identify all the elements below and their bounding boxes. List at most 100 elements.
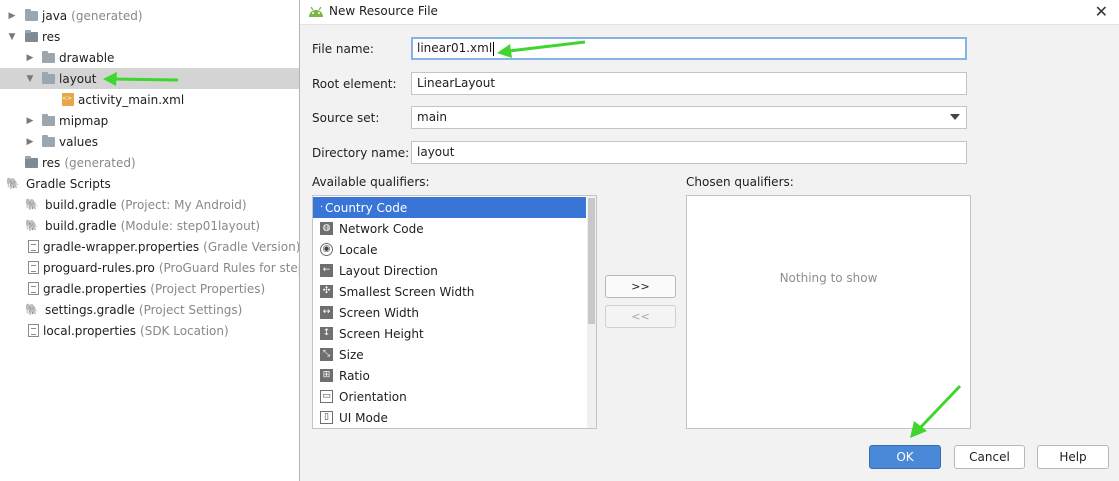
directory-name-value: layout: [417, 145, 455, 159]
tree-item-res[interactable]: ▼ res: [0, 26, 300, 47]
remove-qualifier-button[interactable]: <<: [605, 305, 676, 328]
res-folder-icon: [25, 29, 38, 42]
qualifier-country-code[interactable]: · Country Code: [313, 197, 586, 218]
qualifier-label: UI Mode: [339, 410, 388, 425]
close-icon[interactable]: ✕: [1095, 2, 1108, 21]
ok-button[interactable]: OK: [869, 445, 941, 469]
properties-file-icon: [28, 240, 39, 253]
properties-file-icon: [28, 282, 39, 295]
tree-item-label: build.gradle: [45, 218, 117, 233]
tree-item-local-properties[interactable]: local.properties (SDK Location): [0, 320, 300, 341]
qualifiers-scrollbar[interactable]: [587, 196, 596, 428]
tree-item-mipmap[interactable]: ▶ mipmap: [0, 110, 300, 131]
annotation-arrow-icon: [910, 384, 962, 438]
new-resource-file-dialog: New Resource File ✕ File name: linear01.…: [299, 0, 1119, 481]
expand-arrow-icon[interactable]: ▶: [24, 53, 36, 63]
expand-arrow-icon[interactable]: ▶: [6, 11, 18, 21]
tree-item-label: gradle-wrapper.properties: [43, 239, 200, 254]
tree-item-settings-gradle[interactable]: 🐘 settings.gradle (Project Settings): [0, 299, 300, 320]
folder-icon: [42, 71, 55, 84]
dropdown-arrow-icon[interactable]: [950, 114, 960, 120]
tree-item-label: proguard-rules.pro: [43, 260, 155, 275]
tree-item-suffix: (Project: My Android): [120, 197, 247, 212]
qualifier-label: Orientation: [339, 389, 407, 404]
root-element-label: Root element:: [312, 77, 397, 91]
scrollbar-thumb[interactable]: [588, 198, 595, 324]
tree-item-label: gradle.properties: [43, 281, 147, 296]
qualifier-label: Screen Width: [339, 305, 419, 320]
collapse-arrow-icon[interactable]: ▼: [6, 32, 18, 42]
gradle-icon: 🐘: [25, 219, 39, 232]
qualifier-screen-width[interactable]: ↔ Screen Width: [313, 302, 586, 323]
tree-item-suffix: (Module: step01layout): [120, 218, 261, 233]
add-qualifier-button[interactable]: >>: [605, 275, 676, 298]
qualifier-label: Network Code: [339, 221, 424, 236]
tree-item-label: build.gradle: [45, 197, 117, 212]
annotation-arrow-icon: [103, 72, 179, 86]
qualifier-smallest-screen-width[interactable]: ✣ Smallest Screen Width: [313, 281, 586, 302]
expand-arrow-icon[interactable]: ▶: [24, 137, 36, 147]
tree-item-values[interactable]: ▶ values: [0, 131, 300, 152]
available-qualifiers-list[interactable]: · Country Code ◍ Network Code ◉ Locale ←…: [312, 195, 597, 429]
qualifier-ratio[interactable]: ⊞ Ratio: [313, 365, 586, 386]
qualifier-locale[interactable]: ◉ Locale: [313, 239, 586, 260]
qualifier-layout-direction[interactable]: ← Layout Direction: [313, 260, 586, 281]
ratio-icon: ⊞: [320, 369, 333, 382]
orientation-icon: ▭: [320, 390, 333, 403]
tree-item-gradle-wrapper-properties[interactable]: gradle-wrapper.properties (Gradle Versio…: [0, 236, 300, 257]
qualifier-label: Locale: [339, 242, 378, 257]
tree-item-activity-main-xml[interactable]: activity_main.xml: [0, 89, 300, 110]
tree-item-build-gradle-module[interactable]: 🐘 build.gradle (Module: step01layout): [0, 215, 300, 236]
qualifier-size[interactable]: ⤡ Size: [313, 344, 586, 365]
tree-item-label: mipmap: [59, 113, 109, 128]
tree-item-label: drawable: [59, 50, 115, 65]
tree-item-gradle-properties[interactable]: gradle.properties (Project Properties): [0, 278, 300, 299]
empty-state-text: Nothing to show: [779, 271, 878, 285]
qualifier-screen-height[interactable]: ↕ Screen Height: [313, 323, 586, 344]
cancel-button[interactable]: Cancel: [954, 445, 1025, 469]
locale-icon: ◉: [320, 243, 333, 256]
xml-file-icon: [62, 93, 74, 106]
tree-item-suffix: (Project Settings): [138, 302, 243, 317]
folder-icon: [42, 50, 55, 63]
qualifier-orientation[interactable]: ▭ Orientation: [313, 386, 586, 407]
qualifier-network-code[interactable]: ◍ Network Code: [313, 218, 586, 239]
source-set-value: main: [417, 110, 447, 124]
qualifier-label: Country Code: [325, 200, 408, 215]
folder-icon: [42, 113, 55, 126]
screen-width-icon: ↔: [320, 306, 333, 319]
properties-file-icon: [28, 261, 39, 274]
ui-mode-icon: ▯: [320, 411, 333, 424]
smallest-screen-width-icon: ✣: [320, 285, 333, 298]
qualifier-label: Ratio: [339, 368, 370, 383]
collapse-arrow-icon[interactable]: ▼: [24, 74, 36, 84]
tree-item-proguard-rules[interactable]: proguard-rules.pro (ProGuard Rules for s…: [0, 257, 300, 278]
directory-name-input[interactable]: layout: [411, 141, 967, 164]
tree-item-java-generated[interactable]: ▶ java (generated): [0, 5, 300, 26]
dialog-title-bar[interactable]: New Resource File ✕: [300, 0, 1119, 25]
gradle-icon: 🐘: [25, 198, 39, 211]
root-element-input[interactable]: LinearLayout: [411, 72, 967, 95]
tree-item-res-generated[interactable]: res (generated): [0, 152, 300, 173]
tree-item-label: res: [42, 29, 61, 44]
tree-item-gradle-scripts[interactable]: 🐘 Gradle Scripts: [0, 173, 300, 194]
tree-item-suffix: (ProGuard Rules for step01la: [158, 260, 300, 275]
source-set-dropdown[interactable]: main: [411, 106, 967, 129]
tree-item-label: values: [59, 134, 99, 149]
expand-arrow-icon[interactable]: ▶: [24, 116, 36, 126]
tree-item-suffix: (Gradle Version): [203, 239, 300, 254]
tree-item-drawable[interactable]: ▶ drawable: [0, 47, 300, 68]
tree-item-label: Gradle Scripts: [26, 176, 111, 191]
tree-item-build-gradle-project[interactable]: 🐘 build.gradle (Project: My Android): [0, 194, 300, 215]
qualifier-ui-mode[interactable]: ▯ UI Mode: [313, 407, 586, 428]
android-icon: [309, 6, 323, 17]
folder-icon: [25, 8, 38, 21]
tree-item-suffix: (generated): [71, 8, 143, 23]
help-button[interactable]: Help: [1037, 445, 1109, 469]
file-name-value: linear01.xml: [417, 41, 493, 55]
source-set-label: Source set:: [312, 111, 380, 125]
qualifier-label: Smallest Screen Width: [339, 284, 475, 299]
res-folder-icon: [25, 155, 38, 168]
root-element-value: LinearLayout: [417, 76, 496, 90]
qualifier-label: Screen Height: [339, 326, 424, 341]
